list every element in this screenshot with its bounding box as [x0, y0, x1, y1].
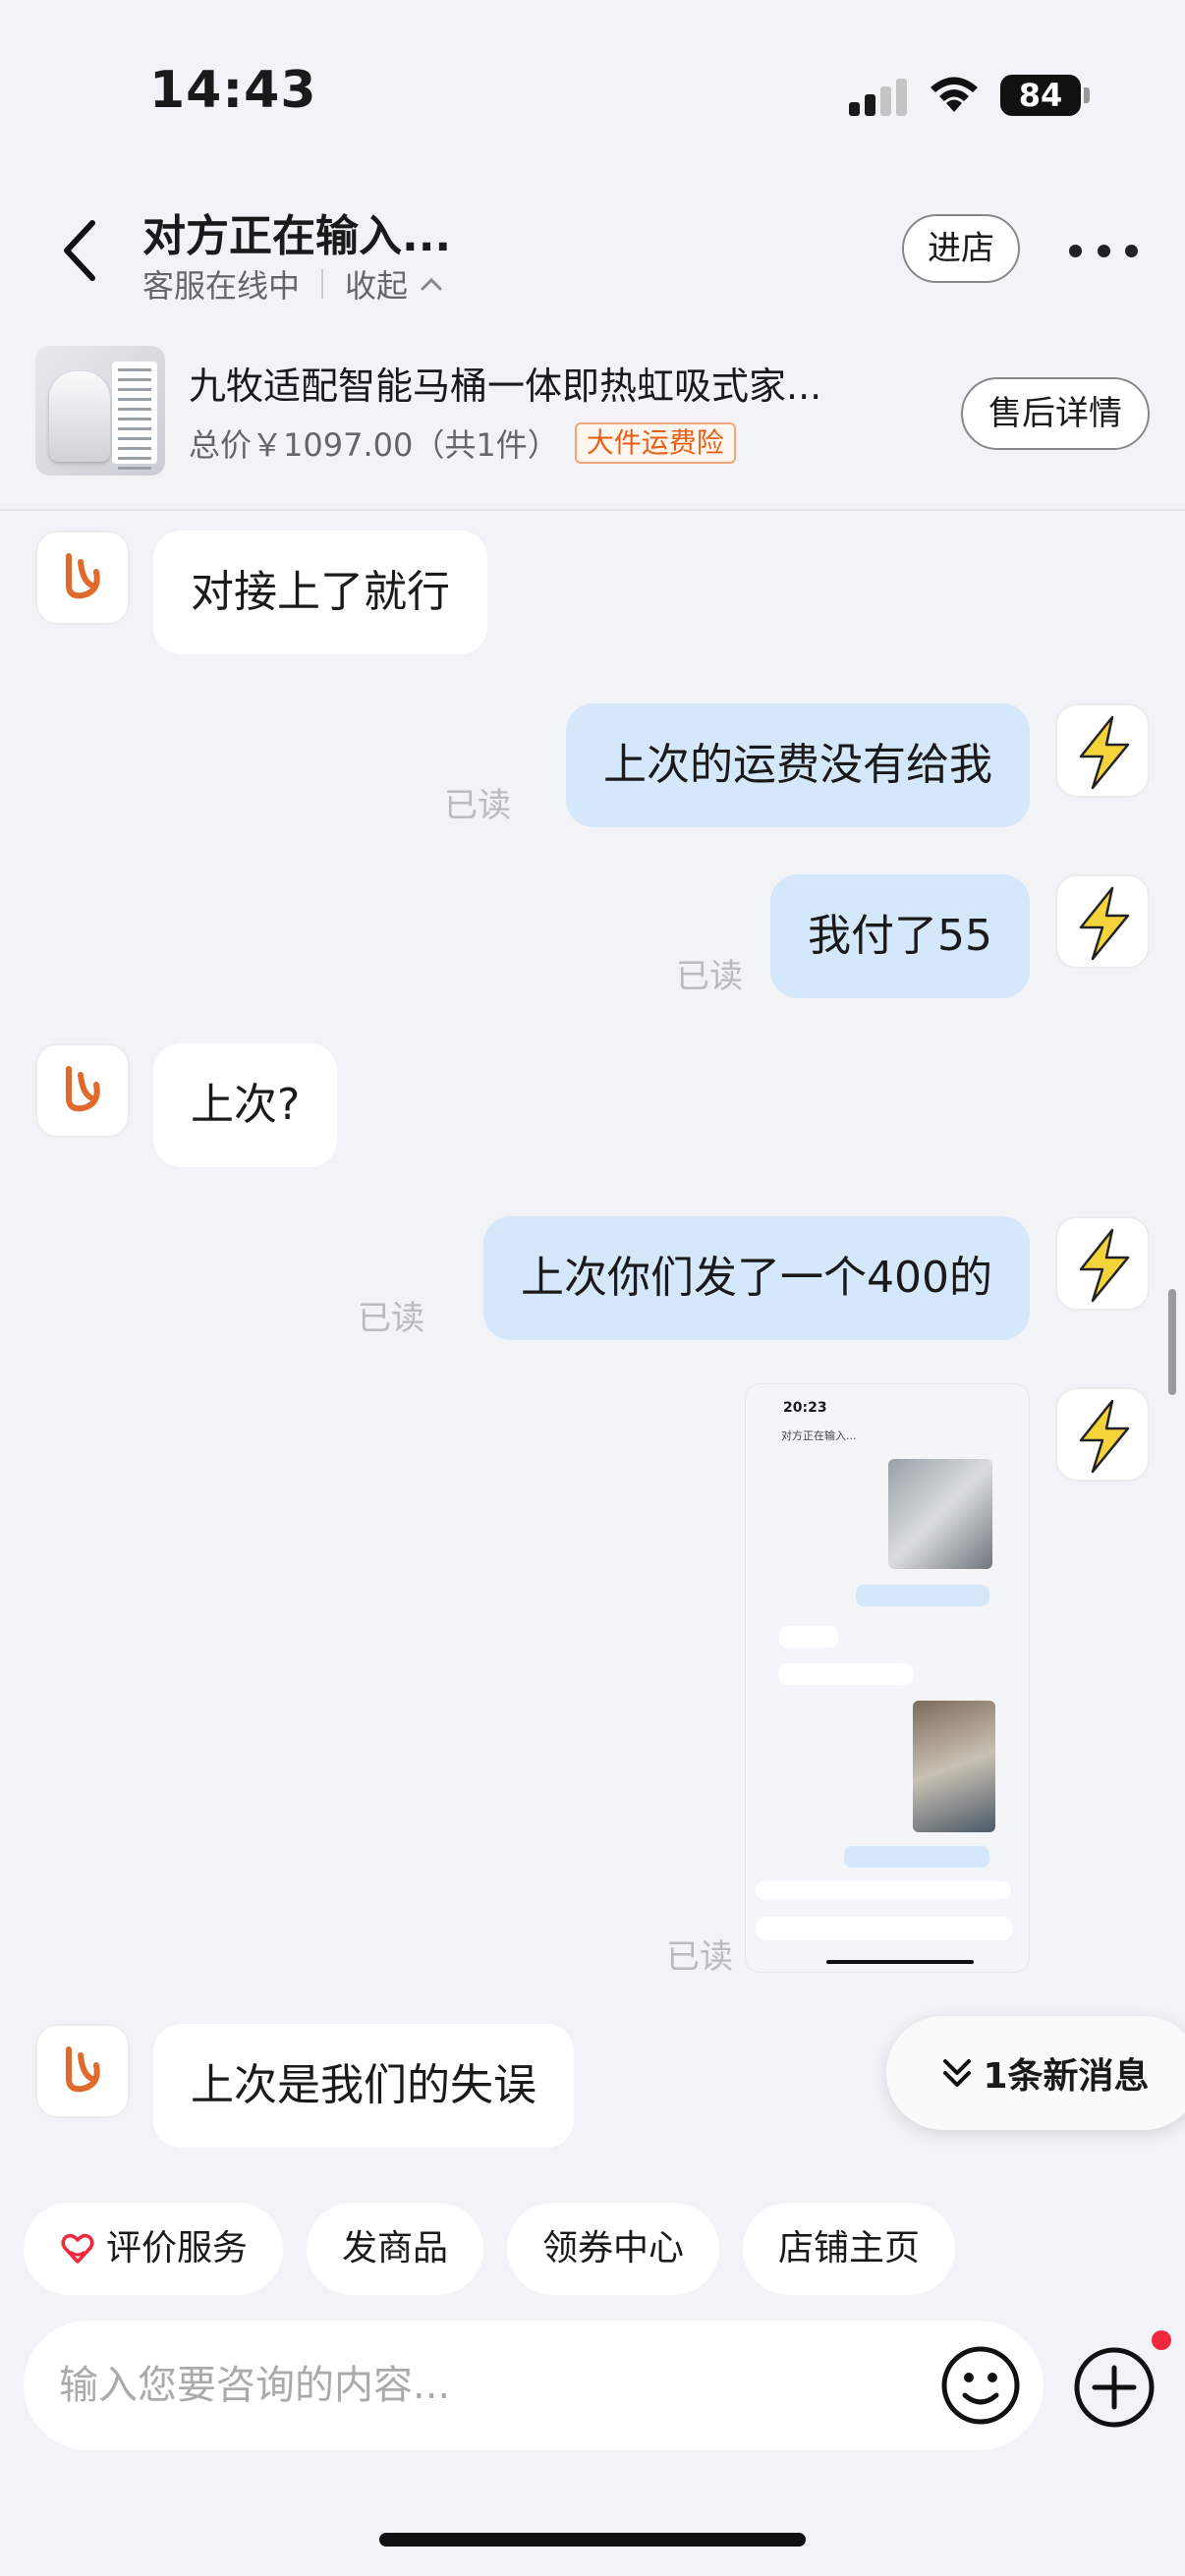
status-bar: 14:43 84 [0, 0, 1185, 187]
store-avatar[interactable] [35, 1043, 130, 1138]
lightning-bolt-icon [1079, 1228, 1130, 1303]
chat-subtitle: 客服在线中 收起 [142, 261, 443, 307]
my-avatar[interactable] [1055, 703, 1150, 798]
read-receipt: 已读 [444, 786, 511, 825]
freight-insurance-badge: 大件运费险 [574, 422, 736, 464]
message-input-bar [24, 2321, 1044, 2450]
store-logo-icon [66, 2046, 100, 2093]
battery-indicator: 84 [1000, 75, 1090, 116]
new-messages-button[interactable]: 1条新消息 [886, 2016, 1185, 2130]
message-bubble-incoming[interactable]: 对接上了就行 [153, 531, 487, 654]
store-logo-icon [66, 553, 100, 599]
chevron-up-icon [421, 277, 442, 291]
heart-hands-icon [61, 2233, 94, 2264]
screenshot-title: 对方正在输入... [781, 1429, 857, 1442]
notification-dot [1152, 2330, 1171, 2350]
chevron-left-icon[interactable] [49, 211, 118, 290]
image-message-screenshot[interactable]: 20:23 对方正在输入... [745, 1383, 1030, 1973]
smiley-icon[interactable] [937, 2342, 1024, 2429]
store-logo-icon [66, 1066, 100, 1112]
product-name: 九牧适配智能马桶一体即热虹吸式家... [189, 364, 822, 408]
chat-header: 对方正在输入... 客服在线中 收起 进店 [0, 187, 1185, 334]
quick-actions: 评价服务 发商品 领券中心 店铺主页 [24, 2203, 956, 2295]
product-thumbnail[interactable] [35, 346, 165, 476]
scrollbar[interactable] [1168, 1289, 1176, 1395]
message-bubble-incoming[interactable]: 上次是我们的失误 [153, 2024, 574, 2148]
collapse-toggle[interactable]: 收起 [345, 261, 443, 307]
plus-circle-icon[interactable] [1071, 2344, 1157, 2431]
message-bubble-outgoing[interactable]: 上次你们发了一个400的 [483, 1216, 1030, 1340]
wifi-icon [931, 77, 978, 112]
my-avatar[interactable] [1055, 1216, 1150, 1311]
message-input[interactable] [59, 2350, 904, 2421]
message-bubble-outgoing[interactable]: 上次的运费没有给我 [566, 703, 1030, 827]
collapse-label: 收起 [345, 267, 409, 305]
quick-action-label: 店铺主页 [778, 2228, 921, 2268]
lightning-bolt-icon [1079, 715, 1130, 790]
divider [321, 269, 324, 299]
lightning-bolt-icon [1079, 1399, 1130, 1474]
store-avatar[interactable] [35, 2024, 130, 2118]
quick-action-label: 领券中心 [542, 2228, 685, 2268]
enter-store-button[interactable]: 进店 [902, 214, 1020, 283]
read-receipt: 已读 [666, 1937, 733, 1977]
send-product-button[interactable]: 发商品 [307, 2203, 484, 2295]
cellular-signal-icon [849, 79, 908, 116]
rate-service-button[interactable]: 评价服务 [24, 2203, 284, 2295]
order-product-card[interactable]: 九牧适配智能马桶一体即热虹吸式家... 总价￥1097.00（共1件） 大件运费… [0, 334, 1185, 511]
quick-action-label: 发商品 [342, 2228, 449, 2268]
message-bubble-outgoing[interactable]: 我付了55 [770, 874, 1030, 998]
coupon-center-button[interactable]: 领券中心 [507, 2203, 720, 2295]
my-avatar[interactable] [1055, 874, 1150, 969]
home-indicator[interactable] [379, 2533, 806, 2547]
lightning-bolt-icon [1079, 886, 1130, 961]
read-receipt: 已读 [358, 1299, 424, 1338]
online-status: 客服在线中 [142, 267, 301, 305]
screenshot-photo [913, 1701, 995, 1832]
read-receipt: 已读 [676, 957, 743, 996]
my-avatar[interactable] [1055, 1387, 1150, 1482]
screenshot-time: 20:23 [783, 1400, 827, 1416]
aftersale-details-button[interactable]: 售后详情 [961, 377, 1150, 450]
status-time: 14:43 [149, 61, 317, 120]
store-avatar[interactable] [35, 531, 130, 625]
product-price: 总价￥1097.00（共1件） [189, 426, 559, 464]
new-messages-label: 1条新消息 [983, 2056, 1150, 2097]
chat-title: 对方正在输入... [142, 211, 452, 261]
screenshot-photo [888, 1459, 992, 1569]
message-bubble-incoming[interactable]: 上次? [153, 1043, 338, 1167]
product-price-row: 总价￥1097.00（共1件） 大件运费险 [189, 420, 736, 466]
double-chevron-down-icon [943, 2059, 972, 2087]
more-dots-icon[interactable] [1069, 226, 1138, 275]
store-homepage-button[interactable]: 店铺主页 [743, 2203, 956, 2295]
quick-action-label: 评价服务 [106, 2228, 249, 2268]
